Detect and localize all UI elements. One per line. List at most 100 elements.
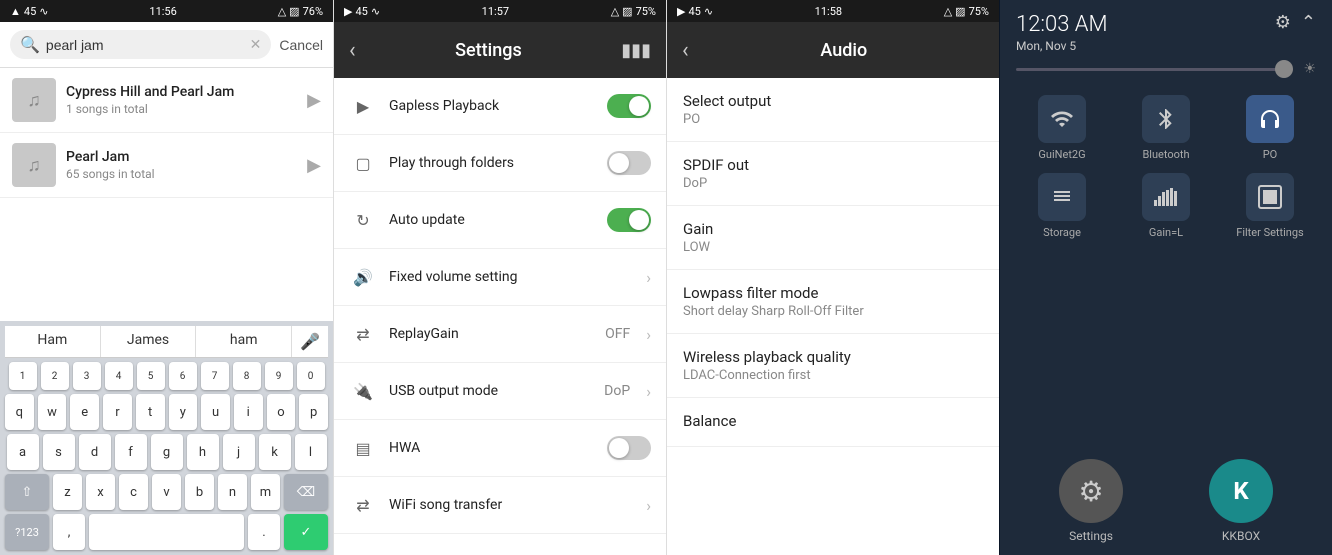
key-r[interactable]: r <box>103 394 132 430</box>
key-u[interactable]: u <box>201 394 230 430</box>
backspace-key[interactable]: ⌫ <box>284 474 328 510</box>
kkbox-app-tile[interactable]: K KKBOX <box>1209 459 1273 543</box>
qs-tile-storage[interactable]: Storage <box>1016 173 1108 239</box>
search-input-wrap[interactable]: 🔍 ✕ <box>10 30 271 59</box>
key-5[interactable]: 5 <box>137 362 165 390</box>
usb-icon: 🔌 <box>349 377 377 405</box>
key-9[interactable]: 9 <box>265 362 293 390</box>
suggestion-3[interactable]: ham <box>196 326 292 357</box>
key-s[interactable]: s <box>43 434 75 470</box>
key-8[interactable]: 8 <box>233 362 261 390</box>
back-arrow-settings[interactable]: ‹ <box>349 38 356 63</box>
gear-icon[interactable]: ⚙ <box>1275 12 1291 33</box>
settings-item-folders[interactable]: ▢ Play through folders <box>334 135 666 192</box>
key-f[interactable]: f <box>115 434 147 470</box>
key-j[interactable]: j <box>223 434 255 470</box>
key-a[interactable]: a <box>7 434 39 470</box>
replaygain-value: OFF <box>605 326 630 342</box>
key-z[interactable]: z <box>53 474 82 510</box>
key-q[interactable]: q <box>5 394 34 430</box>
audio-item-spdif[interactable]: SPDIF out DoP <box>667 142 999 206</box>
clear-icon[interactable]: ✕ <box>250 37 262 53</box>
vol-val-2: 45 <box>355 5 367 18</box>
search-input[interactable] <box>46 37 244 53</box>
period-key[interactable]: . <box>248 514 280 550</box>
key-d[interactable]: d <box>79 434 111 470</box>
settings-item-replaygain[interactable]: ⇄ ReplayGain OFF › <box>334 306 666 363</box>
key-v[interactable]: v <box>152 474 181 510</box>
audio-item-balance[interactable]: Balance <box>667 398 999 447</box>
key-y[interactable]: y <box>169 394 198 430</box>
qs-tile-po[interactable]: PO <box>1224 95 1316 161</box>
key-6[interactable]: 6 <box>169 362 197 390</box>
qs-tiles-grid: GuiNet2G Bluetooth PO S <box>1000 87 1332 251</box>
audio-item-lowpass[interactable]: Lowpass filter mode Short delay Sharp Ro… <box>667 270 999 334</box>
key-i[interactable]: i <box>234 394 263 430</box>
spdif-subtitle: DoP <box>683 176 983 191</box>
key-w[interactable]: w <box>38 394 67 430</box>
hwa-toggle[interactable] <box>607 436 651 460</box>
play-icon[interactable]: ▶ <box>307 155 321 176</box>
key-e[interactable]: e <box>70 394 99 430</box>
gain-subtitle: LOW <box>683 240 983 255</box>
bars-icon[interactable]: ▮▮▮ <box>621 40 651 61</box>
key-g[interactable]: g <box>151 434 183 470</box>
key-c[interactable]: c <box>119 474 148 510</box>
play-icon[interactable]: ▶ <box>307 90 321 111</box>
back-arrow-audio[interactable]: ‹ <box>682 38 689 63</box>
folders-icon: ▢ <box>349 149 377 177</box>
qs-tile-bluetooth[interactable]: Bluetooth <box>1120 95 1212 161</box>
folders-toggle[interactable] <box>607 151 651 175</box>
key-t[interactable]: t <box>136 394 165 430</box>
key-m[interactable]: m <box>251 474 280 510</box>
settings-item-gapless[interactable]: ▶ Gapless Playback <box>334 78 666 135</box>
settings-item-volume[interactable]: 🔊 Fixed volume setting › <box>334 249 666 306</box>
suggestion-1[interactable]: Ham <box>5 326 101 357</box>
brightness-bar[interactable] <box>1016 68 1293 71</box>
key-3[interactable]: 3 <box>73 362 101 390</box>
shift-key[interactable]: ⇧ <box>5 474 49 510</box>
qs-tile-guinet2g[interactable]: GuiNet2G <box>1016 95 1108 161</box>
settings-item-usb[interactable]: 🔌 USB output mode DoP › <box>334 363 666 420</box>
list-item[interactable]: ♫ Cypress Hill and Pearl Jam 1 songs in … <box>0 68 333 133</box>
bluetooth-tile-icon <box>1142 95 1190 143</box>
key-0[interactable]: 0 <box>297 362 325 390</box>
enter-key[interactable]: ✓ <box>284 514 328 550</box>
kkbox-app-icon: K <box>1209 459 1273 523</box>
settings-app-tile[interactable]: ⚙ Settings <box>1059 459 1123 543</box>
suggestion-2[interactable]: James <box>101 326 197 357</box>
list-item[interactable]: ♫ Pearl Jam 65 songs in total ▶ <box>0 133 333 198</box>
search-panel: ▲ 45 ∿ 11:56 △ ▨ 76% 🔍 ✕ Cancel ♫ Cypres… <box>0 0 333 555</box>
key-l[interactable]: l <box>295 434 327 470</box>
bat-3: 75% <box>969 5 989 18</box>
key-h[interactable]: h <box>187 434 219 470</box>
key-2[interactable]: 2 <box>41 362 69 390</box>
key-4[interactable]: 4 <box>105 362 133 390</box>
autoupdate-toggle[interactable] <box>607 208 651 232</box>
key-1[interactable]: 1 <box>9 362 37 390</box>
comma-key[interactable]: , <box>53 514 85 550</box>
qs-tile-gainl[interactable]: Gain=L <box>1120 173 1212 239</box>
key-x[interactable]: x <box>86 474 115 510</box>
settings-item-hwa[interactable]: ▤ HWA <box>334 420 666 477</box>
music-list: ♫ Cypress Hill and Pearl Jam 1 songs in … <box>0 68 333 321</box>
audio-item-output[interactable]: Select output PO <box>667 78 999 142</box>
key-b[interactable]: b <box>185 474 214 510</box>
cancel-button[interactable]: Cancel <box>279 37 323 53</box>
key-k[interactable]: k <box>259 434 291 470</box>
space-key[interactable] <box>89 514 244 550</box>
key-n[interactable]: n <box>218 474 247 510</box>
audio-item-gain[interactable]: Gain LOW <box>667 206 999 270</box>
collapse-icon[interactable]: ⌃ <box>1301 12 1316 33</box>
qs-tile-filter[interactable]: Filter Settings <box>1224 173 1316 239</box>
settings-item-autoupdate[interactable]: ↻ Auto update <box>334 192 666 249</box>
key-p[interactable]: p <box>299 394 328 430</box>
gapless-toggle[interactable] <box>607 94 651 118</box>
brightness-thumb[interactable] <box>1275 60 1293 78</box>
key-7[interactable]: 7 <box>201 362 229 390</box>
key-o[interactable]: o <box>267 394 296 430</box>
num-mode-key[interactable]: ?123 <box>5 514 49 550</box>
settings-item-wifi[interactable]: ⇄ WiFi song transfer › <box>334 477 666 534</box>
microphone-icon[interactable]: 🎤 <box>292 326 328 357</box>
audio-item-wireless[interactable]: Wireless playback quality LDAC-Connectio… <box>667 334 999 398</box>
